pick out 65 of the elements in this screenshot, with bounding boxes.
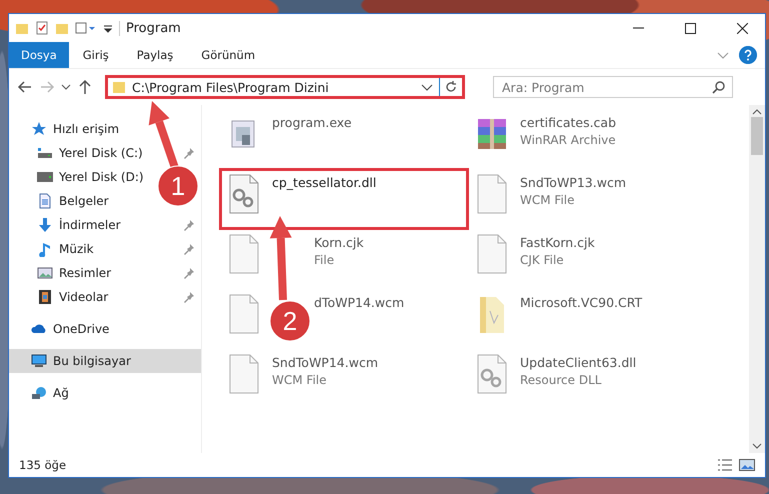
item-count: 135 öğe (19, 458, 66, 472)
sidebar-item[interactable]: Yerel Disk (C:) (37, 145, 143, 161)
ribbon-tab[interactable]: Giriş (68, 42, 123, 68)
sidebar-item[interactable]: Belgeler (37, 193, 109, 209)
star-icon (31, 121, 47, 137)
file-name: SndToWP13.wcm (520, 175, 626, 190)
sidebar-item[interactable]: Hızlı erişim (31, 121, 120, 137)
sidebar-item[interactable]: Ağ (31, 385, 69, 401)
file-name: Korn.cjk (314, 235, 364, 250)
scroll-up-icon[interactable] (752, 109, 762, 115)
file-type: File (314, 253, 336, 267)
download-icon (37, 217, 53, 233)
details-view-icon[interactable] (717, 458, 733, 472)
pictures-icon (37, 265, 53, 281)
ribbon-tab[interactable]: Paylaş (122, 42, 188, 68)
minimize-icon (632, 27, 644, 29)
file-name: SndToWP14.wcm (272, 355, 378, 370)
file-name: dToWP14.wcm (314, 295, 404, 310)
properties-icon[interactable] (35, 21, 49, 35)
help-icon[interactable] (739, 46, 757, 64)
doc-icon (37, 193, 53, 209)
sidebar-item[interactable]: Videolar (37, 289, 108, 305)
scroll-thumb[interactable] (751, 117, 763, 155)
folder-icon (112, 80, 126, 94)
ribbon-tab[interactable]: Görünüm (187, 42, 270, 68)
callout-arrow (148, 101, 179, 170)
sidebar-item[interactable]: OneDrive (31, 321, 110, 337)
maximize-icon (684, 22, 696, 34)
sidebar-item[interactable]: Yerel Disk (D:) (37, 169, 144, 185)
address-path: C:\Program Files\Program Dizini (131, 80, 330, 94)
search-field[interactable]: Ara: Program (493, 76, 733, 98)
refresh-icon[interactable] (444, 80, 458, 94)
close-icon (736, 22, 748, 34)
file-type: Resource DLL (520, 373, 602, 387)
file-name: cp_tessellator.dll (272, 175, 376, 190)
sidebar-item[interactable]: Resimler (37, 265, 112, 281)
search-icon (712, 80, 726, 94)
large-icons-view-icon[interactable] (739, 458, 755, 472)
diskc-icon (37, 145, 53, 161)
back-icon[interactable] (17, 79, 33, 95)
sidebar-item[interactable]: İndirmeler (37, 217, 121, 233)
sidebar-item[interactable]: Müzik (37, 241, 94, 257)
file-name: Microsoft.VC90.CRT (520, 295, 642, 310)
file-type: WCM File (520, 193, 576, 207)
scroll-down-icon[interactable] (752, 443, 762, 449)
file-type: CJK File (520, 253, 565, 267)
video-icon (37, 289, 53, 305)
number-badge: 2 (270, 300, 310, 342)
sidebar-item[interactable]: Bu bilgisayar (31, 353, 131, 369)
file-name: program.exe (272, 115, 352, 130)
number-badge: 1 (158, 166, 198, 206)
ribbon-tab[interactable]: Dosya (9, 42, 69, 68)
file-name: FastKorn.cjk (520, 235, 595, 250)
scrollbar[interactable] (749, 105, 765, 453)
view-dropdown-icon[interactable] (75, 21, 97, 35)
address-bar[interactable]: C:\Program Files\Program Dizini (105, 75, 465, 99)
file-type: WCM File (272, 373, 328, 387)
up-icon[interactable] (77, 79, 93, 95)
file-type: WinRAR Archive (520, 133, 616, 147)
window-title: Program (119, 20, 609, 36)
file-name: certificates.cab (520, 115, 616, 130)
pc-icon (31, 353, 47, 369)
music-icon (37, 241, 53, 257)
file-name: UpdateClient63.dll (520, 355, 636, 370)
network-icon (31, 385, 47, 401)
